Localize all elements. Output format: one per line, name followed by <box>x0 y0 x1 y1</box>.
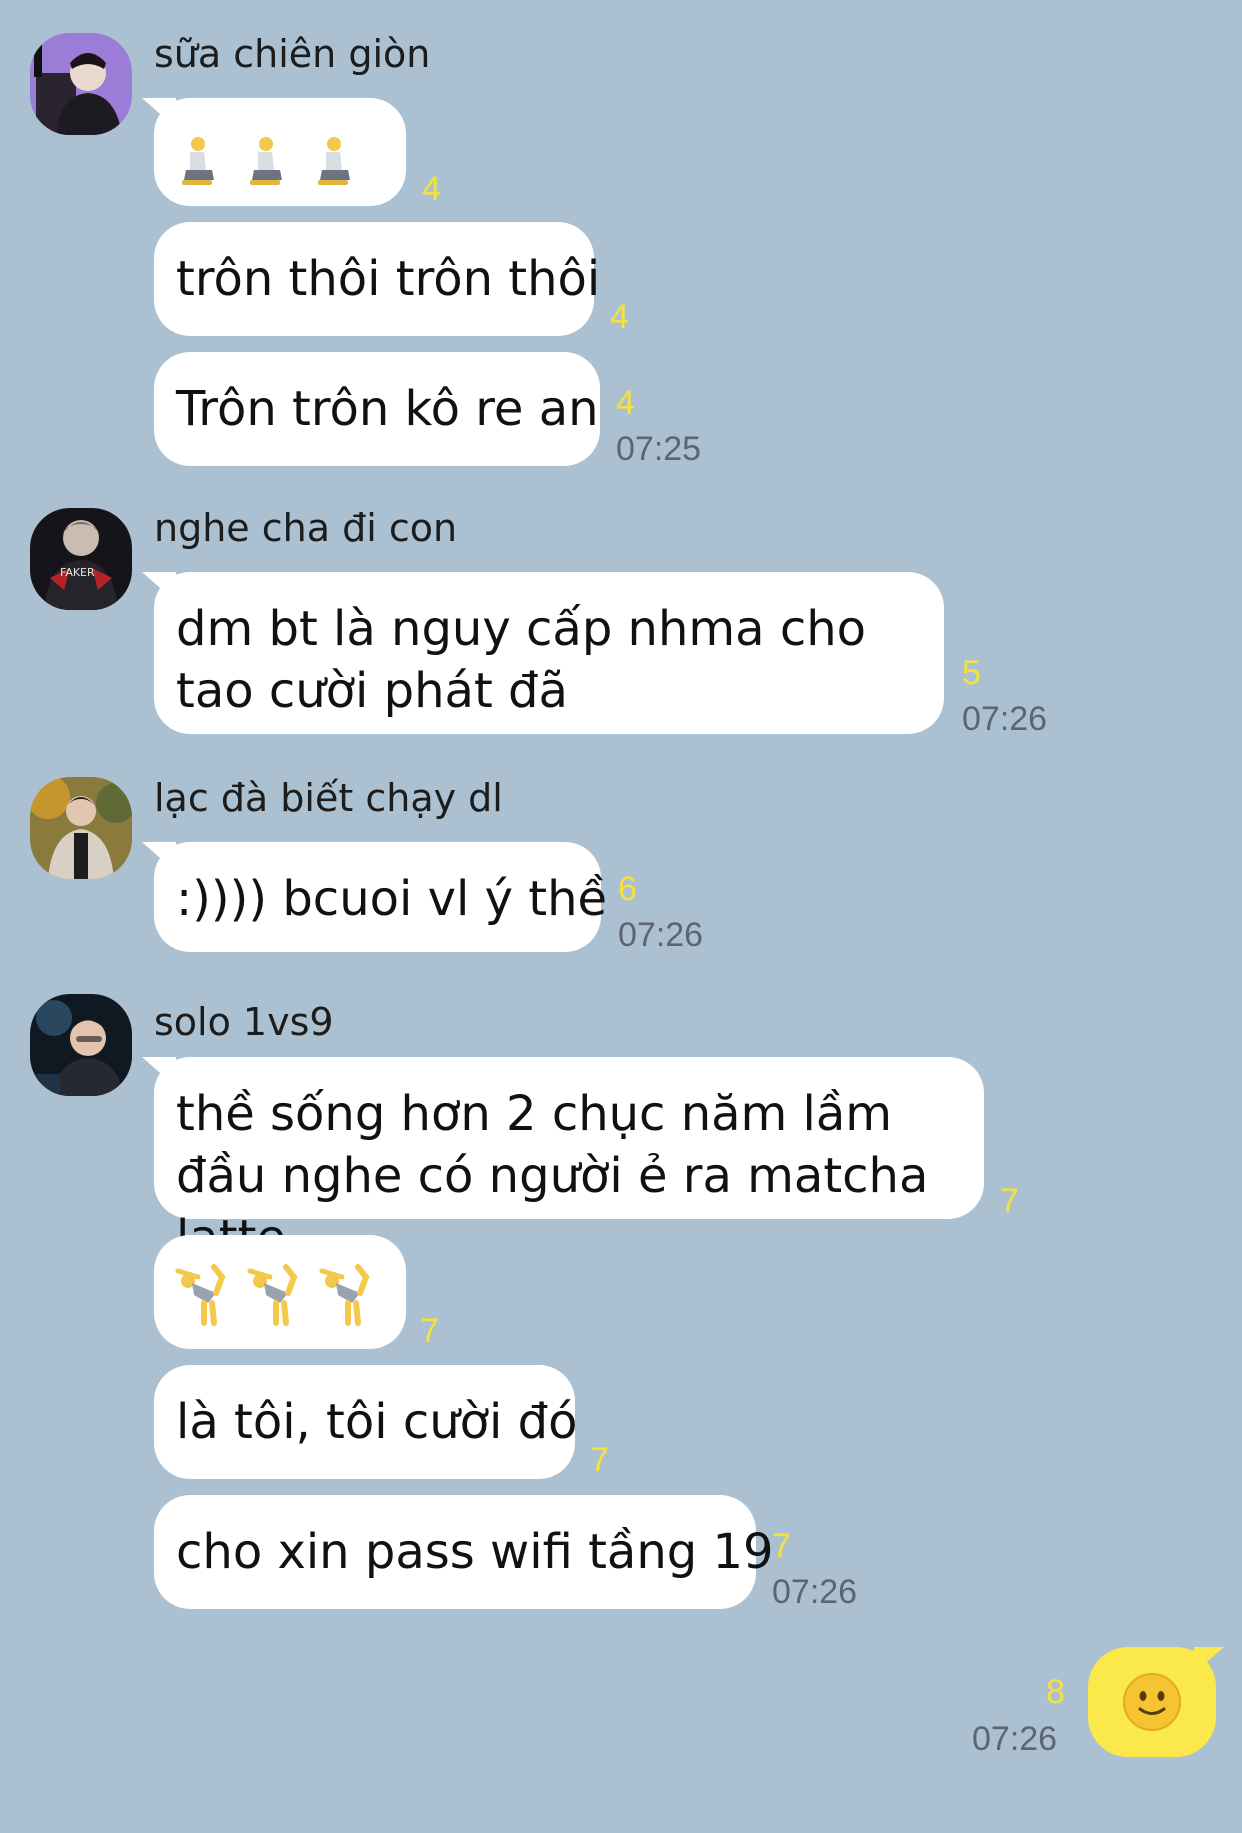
cartwheel-person-icon <box>175 1264 226 1326</box>
unread-count: 4 <box>610 298 629 336</box>
avatar[interactable] <box>30 994 132 1096</box>
avatar-person-icon <box>30 994 132 1096</box>
my-message-bubble[interactable] <box>1088 1647 1216 1757</box>
avatar-person-icon: FAKER <box>30 508 132 610</box>
avatar-person-icon <box>30 777 132 879</box>
emoji-sticker-row <box>174 1257 386 1327</box>
message-bubble[interactable]: thề sống hơn 2 chục năm lầm đầu nghe có … <box>154 1057 984 1266</box>
avatar-person-icon <box>30 33 132 135</box>
unread-count: 7 <box>590 1441 609 1479</box>
unread-count: 7 <box>1000 1182 1019 1220</box>
sender-name: sữa chiên giòn <box>154 32 431 76</box>
emoji-sticker-row <box>178 116 382 188</box>
message-bubble[interactable] <box>154 1235 406 1349</box>
message-time: 07:26 <box>972 1720 1058 1758</box>
message-text: trôn thôi trôn thôi <box>176 251 601 307</box>
kneeling-person-icon <box>318 137 350 185</box>
cartwheel-person-icon <box>247 1264 298 1326</box>
unread-count: 7 <box>772 1527 791 1565</box>
slightly-smiling-face-icon <box>1123 1673 1181 1731</box>
message-time: 07:26 <box>618 916 704 954</box>
avatar[interactable] <box>30 33 132 135</box>
message-time: 07:26 <box>772 1573 858 1611</box>
message-bubble[interactable]: cho xin pass wifi tầng 19 <box>154 1495 774 1609</box>
message-text: :)))) bcuoi vl ý thề <box>176 871 608 927</box>
message-bubble[interactable]: là tôi, tôi cười đó <box>154 1365 578 1479</box>
kneeling-person-icon <box>182 137 214 185</box>
sender-name: nghe cha đi con <box>154 506 458 550</box>
unread-count: 4 <box>616 384 635 422</box>
message-bubble[interactable] <box>154 98 406 206</box>
cartwheel-person-icon <box>319 1264 370 1326</box>
message-bubble[interactable]: dm bt là nguy cấp nhma cho tao cười phát… <box>154 572 944 734</box>
kneeling-person-icon <box>250 137 282 185</box>
message-text: là tôi, tôi cười đó <box>176 1394 578 1450</box>
avatar[interactable]: FAKER <box>30 508 132 610</box>
message-bubble[interactable]: trôn thôi trôn thôi <box>154 222 600 336</box>
message-text: dm bt là nguy cấp nhma cho tao cười phát… <box>176 601 866 719</box>
avatar[interactable] <box>30 777 132 879</box>
message-text: cho xin pass wifi tầng 19 <box>176 1524 774 1580</box>
unread-count: 4 <box>422 170 441 208</box>
sender-name: lạc đà biết chạy dl <box>154 776 503 820</box>
unread-count: 7 <box>420 1312 439 1350</box>
message-text: Trôn trôn kô re an <box>176 381 599 437</box>
message-bubble[interactable]: Trôn trôn kô re an <box>154 352 600 466</box>
chat-area[interactable]: sữa chiên giòn 4 trôn thôi trôn thôi 4 T… <box>0 0 1242 1833</box>
avatar-jersey-text: FAKER <box>60 566 95 579</box>
unread-count: 8 <box>1046 1673 1065 1711</box>
message-time: 07:25 <box>616 430 702 468</box>
message-bubble[interactable]: :)))) bcuoi vl ý thề <box>154 842 607 952</box>
unread-count: 5 <box>962 654 981 692</box>
unread-count: 6 <box>618 870 637 908</box>
sender-name: solo 1vs9 <box>154 1000 334 1044</box>
message-time: 07:26 <box>962 700 1048 738</box>
